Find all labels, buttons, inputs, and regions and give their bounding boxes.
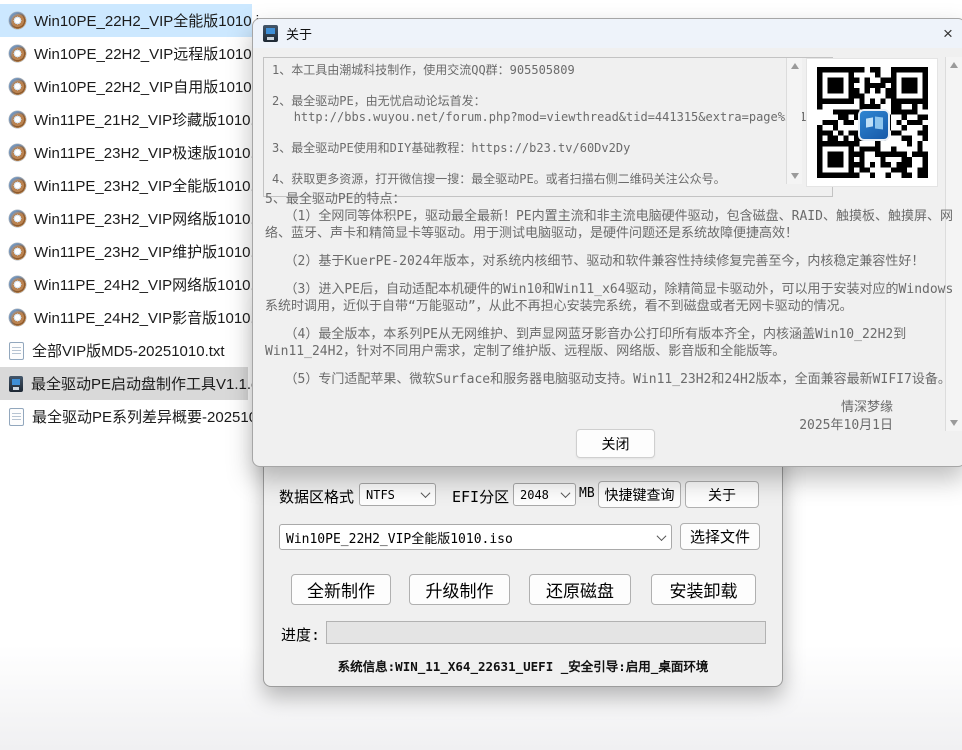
text-file-icon	[9, 408, 24, 426]
chevron-down-icon	[657, 531, 667, 541]
hotkey-query-label: 快捷键查询	[605, 485, 675, 505]
file-name: Win11PE_23H2_VIP全能版1010.iso	[34, 175, 274, 196]
create-new-button[interactable]: 全新制作	[291, 574, 391, 605]
text-file-icon	[9, 342, 24, 360]
restore-disk-button[interactable]: 还原磁盘	[529, 574, 631, 605]
restore-disk-label: 还原磁盘	[546, 577, 614, 602]
file-name: Win10PE_22H2_VIP远程版1010.iso	[34, 43, 275, 64]
iso-file-value: Win10PE_22H2_VIP全能版1010.iso	[286, 528, 513, 547]
file-name: Win10PE_22H2_VIP自用版1010.iso	[34, 76, 275, 97]
chevron-down-icon	[421, 488, 431, 498]
wechat-account-logo-icon	[858, 109, 890, 141]
exe-icon	[9, 376, 23, 392]
details-textarea: 5、最全驱动PE的特点： （1）全网同等体积PE，驱动最全最新！PE内置主流和非…	[259, 187, 962, 421]
signature-block: 情深梦缘 2025年10月1日	[799, 399, 893, 435]
file-name: 最全驱动PE启动盘制作工具V1.1.exe	[31, 373, 275, 394]
about-dialog: 关于 × 1、本工具由潮城科技制作，使用交流QQ群：905505809 2、最全…	[252, 18, 962, 467]
upgrade-label: 升级制作	[426, 577, 494, 602]
file-item-iso[interactable]: Win11PE_21H2_VIP珍藏版1010.iso	[0, 103, 252, 136]
details-heading: 5、最全驱动PE的特点：	[265, 191, 955, 208]
file-item-exe[interactable]: 最全驱动PE启动盘制作工具V1.1.exe	[0, 367, 248, 400]
scroll-up-icon[interactable]	[950, 62, 958, 68]
details-paragraph: （5）专门适配苹果、微软Surface和服务器电脑驱动支持。Win11_23H2…	[265, 371, 955, 388]
file-name: Win11PE_24H2_VIP影音版1010.iso	[34, 307, 274, 328]
disc-icon	[9, 144, 26, 161]
file-item-iso[interactable]: Win11PE_23H2_VIP全能版1010.iso	[0, 169, 252, 202]
file-item-txt[interactable]: 最全驱动PE系列差异概要-20251010.txt	[0, 400, 252, 433]
about-button-label: 关于	[708, 485, 736, 505]
system-info-status: 系统信息:WIN_11_X64_22631_UEFI _安全引导:启用_桌面环境	[264, 656, 782, 675]
app-icon	[263, 25, 278, 42]
iso-file-select[interactable]: Win10PE_22H2_VIP全能版1010.iso	[279, 524, 672, 550]
file-name: Win11PE_23H2_VIP极速版1010.iso	[34, 142, 274, 163]
dialog-titlebar[interactable]: 关于	[253, 19, 962, 48]
progress-bar	[326, 621, 766, 644]
details-paragraph: （1）全网同等体积PE，驱动最全最新！PE内置主流和非主流电脑硬件驱动，包含磁盘…	[265, 208, 955, 242]
hotkey-query-button[interactable]: 快捷键查询	[598, 481, 681, 508]
file-name: Win10PE_22H2_VIP全能版1010.iso	[34, 10, 275, 31]
details-paragraph: （4）最全版本，本系列PE从无网维护、到声显网蓝牙影音办公打印所有版本齐全，内核…	[265, 326, 955, 360]
close-icon[interactable]: ×	[935, 21, 961, 46]
file-item-iso[interactable]: Win10PE_22H2_VIP自用版1010.iso	[0, 70, 252, 103]
file-item-iso[interactable]: Win11PE_23H2_VIP维护版1010.iso	[0, 235, 252, 268]
disc-icon	[9, 210, 26, 227]
file-list: Win10PE_22H2_VIP全能版1010.iso Win10PE_22H2…	[0, 0, 252, 433]
upgrade-button[interactable]: 升级制作	[409, 574, 510, 605]
disc-icon	[9, 111, 26, 128]
scroll-down-icon[interactable]	[791, 173, 799, 179]
details-paragraph: （2）基于KuerPE-2024年版本，对系统内核细节、驱动和软件兼容性持续修复…	[265, 253, 955, 270]
about-button[interactable]: 关于	[685, 481, 759, 508]
file-item-iso[interactable]: Win10PE_22H2_VIP远程版1010.iso	[0, 37, 252, 70]
disc-icon	[9, 78, 26, 95]
dialog-title: 关于	[286, 24, 312, 43]
file-item-iso[interactable]: Win11PE_24H2_VIP影音版1010.iso	[0, 301, 252, 334]
progress-label: 进度:	[281, 624, 320, 645]
data-format-label: 数据区格式	[279, 486, 354, 507]
install-uninstall-label: 安装卸载	[670, 577, 738, 602]
efi-size-select[interactable]: 2048	[513, 483, 576, 506]
dialog-close-button-label: 关闭	[602, 434, 630, 454]
disc-icon	[9, 177, 26, 194]
file-name: Win11PE_24H2_VIP网络版1010.iso	[34, 274, 274, 295]
file-name: Win11PE_21H2_VIP珍藏版1010.iso	[34, 109, 274, 130]
disc-icon	[9, 45, 26, 62]
file-item-iso[interactable]: Win10PE_22H2_VIP全能版1010.iso	[0, 4, 252, 37]
file-name: 全部VIP版MD5-20251010.txt	[32, 340, 225, 361]
dialog-close-button[interactable]: 关闭	[576, 429, 655, 458]
signature-date: 2025年10月1日	[799, 417, 893, 435]
disc-icon	[9, 12, 26, 29]
install-uninstall-button[interactable]: 安装卸载	[651, 574, 756, 605]
data-format-select[interactable]: NTFS	[359, 483, 436, 506]
disc-icon	[9, 243, 26, 260]
file-item-iso[interactable]: Win11PE_23H2_VIP极速版1010.iso	[0, 136, 252, 169]
disc-icon	[9, 276, 26, 293]
file-item-iso[interactable]: Win11PE_24H2_VIP网络版1010.iso	[0, 268, 252, 301]
create-new-label: 全新制作	[307, 577, 375, 602]
efi-partition-label: EFI分区	[452, 486, 509, 507]
file-item-iso[interactable]: Win11PE_23H2_VIP网络版1010.iso	[0, 202, 252, 235]
file-name: Win11PE_23H2_VIP网络版1010.iso	[34, 208, 274, 229]
choose-file-label: 选择文件	[690, 526, 750, 547]
info-scrollbar[interactable]	[786, 58, 802, 184]
qr-code	[817, 67, 928, 178]
file-item-txt[interactable]: 全部VIP版MD5-20251010.txt	[0, 334, 252, 367]
disc-icon	[9, 309, 26, 326]
file-name: Win11PE_23H2_VIP维护版1010.iso	[34, 241, 274, 262]
qr-panel	[806, 58, 938, 187]
efi-size-value: 2048	[520, 488, 549, 502]
mb-unit-label: MB	[579, 486, 595, 501]
details-paragraph: （3）进入PE后，自动适配本机硬件的Win10和Win11_x64驱动，除精简显…	[265, 281, 955, 315]
data-format-value: NTFS	[366, 488, 395, 502]
chevron-down-icon	[561, 488, 571, 498]
choose-file-button[interactable]: 选择文件	[680, 523, 760, 550]
info-textbox: 1、本工具由潮城科技制作，使用交流QQ群：905505809 2、最全驱动PE，…	[263, 57, 833, 197]
scroll-up-icon[interactable]	[791, 63, 799, 69]
signature-name: 情深梦缘	[799, 399, 893, 417]
